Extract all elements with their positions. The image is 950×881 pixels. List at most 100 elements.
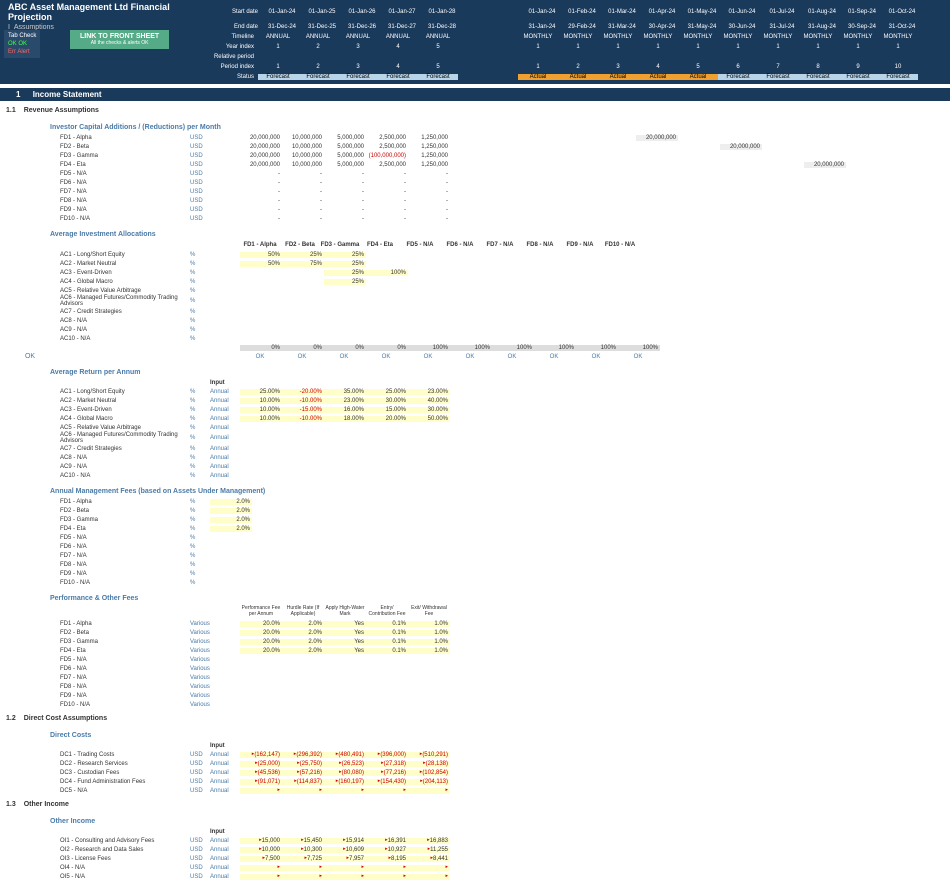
input-cell[interactable]: ▸(510,291) — [408, 752, 450, 758]
cell[interactable]: 20,000,000 — [240, 144, 282, 150]
input-cell[interactable]: 1.0% — [408, 630, 450, 636]
input-cell[interactable]: ▸(102,854) — [408, 770, 450, 776]
link-front-sheet-button[interactable]: LINK TO FRONT SHEETAll the checks & aler… — [70, 30, 169, 49]
input-cell[interactable]: 20.0% — [240, 648, 282, 654]
input-cell[interactable]: ▸10,000 — [240, 847, 282, 853]
input-cell[interactable]: ▸(26,523) — [324, 761, 366, 767]
input-cell[interactable]: ▸ — [282, 874, 324, 880]
input-cell[interactable]: 2.0% — [210, 499, 252, 505]
cell[interactable]: - — [366, 189, 408, 195]
input-cell[interactable]: ▸7,500 — [240, 856, 282, 862]
input-cell[interactable]: ▸ — [240, 788, 282, 794]
input-cell[interactable]: ▸(77,216) — [366, 770, 408, 776]
input-cell[interactable]: 50% — [240, 261, 282, 267]
input-cell[interactable]: ▸ — [282, 865, 324, 871]
input-cell[interactable]: 20.0% — [240, 639, 282, 645]
input-cell[interactable]: ▸8,195 — [366, 856, 408, 862]
input-cell[interactable]: 0.1% — [366, 630, 408, 636]
input-cell[interactable]: ▸ — [408, 865, 450, 871]
input-cell[interactable]: 100% — [366, 270, 408, 276]
input-cell[interactable]: 25% — [324, 252, 366, 258]
input-cell[interactable]: -15.00% — [282, 407, 324, 413]
input-cell[interactable]: ▸ — [324, 865, 366, 871]
input-cell[interactable]: ▸8,441 — [408, 856, 450, 862]
cell[interactable]: - — [366, 207, 408, 213]
cell[interactable]: - — [240, 180, 282, 186]
input-cell[interactable]: 23.00% — [324, 398, 366, 404]
input-cell[interactable]: 1.0% — [408, 621, 450, 627]
input-cell[interactable]: Yes — [324, 648, 366, 654]
input-cell[interactable]: 25% — [282, 252, 324, 258]
input-cell[interactable]: ▸16,391 — [366, 838, 408, 844]
cell[interactable]: - — [324, 189, 366, 195]
input-cell[interactable]: ▸15,450 — [282, 838, 324, 844]
cell[interactable]: - — [366, 171, 408, 177]
input-cell[interactable]: ▸7,725 — [282, 856, 324, 862]
cell[interactable]: 20,000,000 — [240, 135, 282, 141]
input-cell[interactable]: ▸ — [408, 874, 450, 880]
input-cell[interactable]: ▸ — [240, 874, 282, 880]
cell[interactable]: 1,250,000 — [408, 162, 450, 168]
input-cell[interactable]: ▸11,255 — [408, 847, 450, 853]
input-cell[interactable]: 10.00% — [240, 407, 282, 413]
cell[interactable]: 20,000,000 — [240, 153, 282, 159]
cell[interactable]: - — [240, 216, 282, 222]
input-cell[interactable]: Yes — [324, 621, 366, 627]
input-cell[interactable]: 2.0% — [210, 526, 252, 532]
input-cell[interactable]: 40.00% — [408, 398, 450, 404]
input-cell[interactable]: ▸(45,536) — [240, 770, 282, 776]
input-cell[interactable]: 25.00% — [366, 389, 408, 395]
cell[interactable]: 20,000,000 — [240, 162, 282, 168]
input-cell[interactable]: ▸ — [240, 865, 282, 871]
monthly-cell[interactable]: 20,000,000 — [720, 144, 762, 150]
input-cell[interactable]: 2.0% — [282, 648, 324, 654]
input-cell[interactable]: ▸ — [366, 865, 408, 871]
cell[interactable]: - — [408, 216, 450, 222]
input-cell[interactable]: ▸ — [282, 788, 324, 794]
cell[interactable]: - — [408, 207, 450, 213]
cell[interactable]: - — [408, 171, 450, 177]
cell[interactable]: 10,000,000 — [282, 144, 324, 150]
cell[interactable]: - — [408, 180, 450, 186]
input-cell[interactable]: 1.0% — [408, 639, 450, 645]
cell[interactable]: - — [324, 216, 366, 222]
cell[interactable]: - — [240, 189, 282, 195]
input-cell[interactable]: ▸(396,000) — [366, 752, 408, 758]
input-cell[interactable]: ▸ — [366, 874, 408, 880]
cell[interactable]: - — [240, 171, 282, 177]
cell[interactable]: (100,000,000) — [366, 153, 408, 159]
cell[interactable]: 10,000,000 — [282, 153, 324, 159]
input-cell[interactable]: 16.00% — [324, 407, 366, 413]
cell[interactable]: - — [282, 216, 324, 222]
input-cell[interactable]: 20.0% — [240, 621, 282, 627]
input-cell[interactable]: 75% — [282, 261, 324, 267]
input-cell[interactable]: ▸(57,216) — [282, 770, 324, 776]
input-cell[interactable]: 2.0% — [282, 639, 324, 645]
input-cell[interactable]: ▸10,927 — [366, 847, 408, 853]
cell[interactable]: - — [324, 207, 366, 213]
input-cell[interactable]: 50.00% — [408, 416, 450, 422]
input-cell[interactable]: ▸(91,071) — [240, 779, 282, 785]
input-cell[interactable]: ▸(25,000) — [240, 761, 282, 767]
input-cell[interactable]: 50% — [240, 252, 282, 258]
cell[interactable]: - — [282, 180, 324, 186]
input-cell[interactable]: ▸(204,113) — [408, 779, 450, 785]
input-cell[interactable]: ▸(154,430) — [366, 779, 408, 785]
input-cell[interactable]: ▸15,000 — [240, 838, 282, 844]
input-cell[interactable]: -10.00% — [282, 416, 324, 422]
input-cell[interactable]: 0.1% — [366, 648, 408, 654]
input-cell[interactable]: ▸ — [324, 874, 366, 880]
input-cell[interactable]: -10.00% — [282, 398, 324, 404]
input-cell[interactable]: ▸(162,147) — [240, 752, 282, 758]
cell[interactable]: - — [282, 189, 324, 195]
cell[interactable]: - — [366, 180, 408, 186]
input-cell[interactable]: ▸(296,392) — [282, 752, 324, 758]
input-cell[interactable]: -20.00% — [282, 389, 324, 395]
cell[interactable]: - — [282, 171, 324, 177]
input-cell[interactable]: 25% — [324, 279, 366, 285]
input-cell[interactable]: ▸(160,197) — [324, 779, 366, 785]
cell[interactable]: - — [366, 198, 408, 204]
input-cell[interactable]: Yes — [324, 630, 366, 636]
cell[interactable]: 2,500,000 — [366, 144, 408, 150]
cell[interactable]: - — [282, 207, 324, 213]
